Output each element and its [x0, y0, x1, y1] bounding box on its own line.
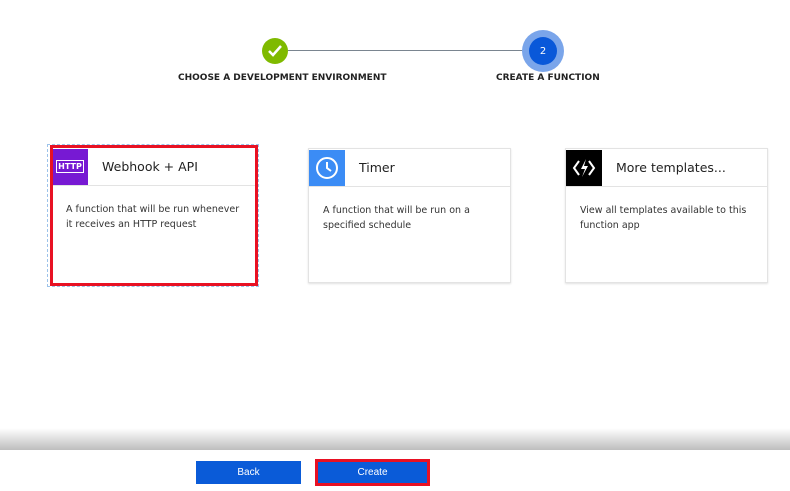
template-card-timer[interactable]: Timer A function that will be run on a s… — [308, 148, 511, 283]
card-description: View all templates available to this fun… — [580, 205, 747, 231]
selected-highlight — [50, 145, 258, 286]
stepper-connector — [288, 50, 530, 51]
card-title: Timer — [359, 160, 395, 175]
template-card-more[interactable]: More templates... View all templates ava… — [565, 148, 768, 283]
card-title: More templates... — [616, 160, 726, 175]
back-button[interactable]: Back — [196, 461, 301, 484]
step-1-label: CHOOSE A DEVELOPMENT ENVIRONMENT — [178, 73, 387, 83]
create-button[interactable]: Create — [315, 459, 430, 486]
step-2-indicator: 2 — [529, 37, 557, 65]
card-description: A function that will be run on a specifi… — [323, 205, 470, 231]
footer-divider — [0, 428, 790, 450]
clock-icon — [309, 149, 345, 186]
step-2-label: CREATE A FUNCTION — [496, 73, 600, 83]
function-bolt-icon — [566, 149, 602, 186]
step-1-complete-icon — [262, 38, 288, 64]
